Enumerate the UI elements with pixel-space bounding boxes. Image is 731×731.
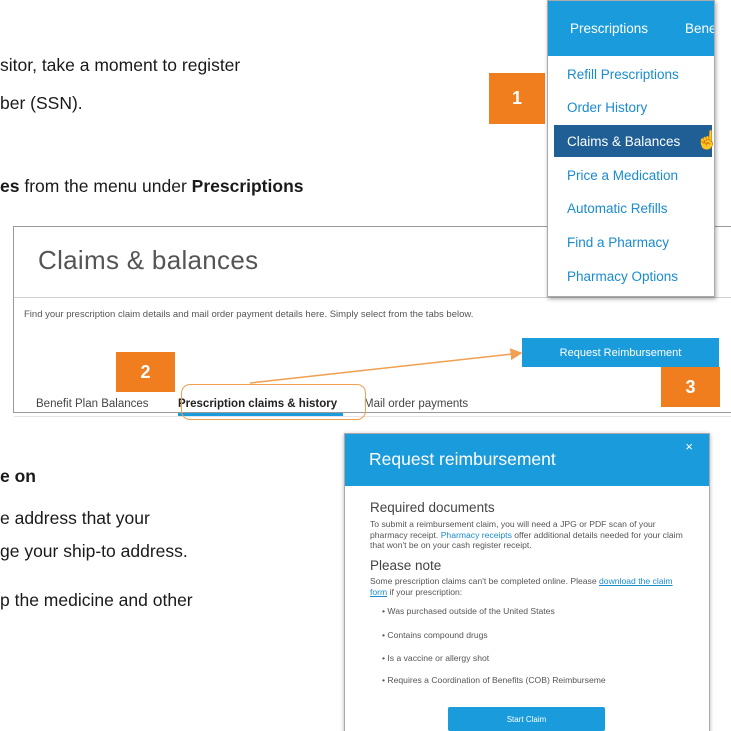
required-documents-text: To submit a reimbursement claim, you wil… bbox=[370, 519, 690, 551]
text-fragment: Some prescription claims can't be comple… bbox=[370, 576, 600, 586]
text-fragment: if your prescription: bbox=[387, 586, 463, 597]
doc-text-bold-prescriptions: Prescriptions bbox=[191, 176, 304, 196]
please-note-text: Some prescription claims can't be comple… bbox=[370, 576, 690, 597]
menu-item-price-medication[interactable]: Price a Medication bbox=[554, 159, 712, 191]
page-title: Claims & balances bbox=[38, 245, 259, 275]
tab-benefit-plan-balances[interactable]: Benefit Plan Balances bbox=[36, 398, 149, 410]
start-claim-button[interactable]: Start Claim bbox=[448, 707, 605, 731]
callout-badge-2: 2 bbox=[116, 352, 175, 392]
menu-item-claims-balances[interactable]: Claims & Balances ☝ bbox=[554, 125, 714, 157]
list-item: • Requires a Coordination of Benefits (C… bbox=[382, 675, 606, 685]
doc-text-bold-start: es bbox=[0, 176, 20, 196]
list-item: • Contains compound drugs bbox=[382, 630, 488, 640]
nav-bar: Prescriptions Bene bbox=[548, 1, 714, 56]
callout-badge-3: 3 bbox=[661, 367, 720, 407]
doc-text-line-5: e address that your bbox=[0, 508, 150, 528]
doc-text-mid: from the menu under bbox=[19, 176, 192, 196]
request-reimbursement-modal: Request reimbursement × Required documen… bbox=[344, 433, 710, 731]
menu-item-find-pharmacy[interactable]: Find a Pharmacy bbox=[554, 226, 712, 258]
doc-text-line-6: ge your ship-to address. bbox=[0, 541, 188, 561]
please-note-heading: Please note bbox=[370, 558, 442, 573]
modal-header: Request reimbursement × bbox=[345, 434, 709, 486]
close-icon[interactable]: × bbox=[685, 439, 693, 454]
doc-text-line-7: p the medicine and other bbox=[0, 590, 193, 610]
tabs-rule bbox=[14, 416, 731, 417]
doc-text-line-1: sitor, take a moment to register bbox=[0, 55, 241, 75]
menu-item-pharmacy-options[interactable]: Pharmacy Options bbox=[554, 260, 712, 292]
page-subtitle: Find your prescription claim details and… bbox=[24, 309, 474, 320]
hand-cursor-icon: ☝ bbox=[696, 131, 714, 149]
divider bbox=[14, 297, 731, 298]
nav-item-prescriptions[interactable]: Prescriptions bbox=[570, 21, 648, 36]
doc-text-line-4: e on bbox=[0, 466, 36, 487]
nav-item-benefits[interactable]: Bene bbox=[685, 21, 714, 36]
tab-highlight-callout bbox=[181, 384, 366, 420]
doc-text-line-2: ber (SSN). bbox=[0, 93, 83, 113]
menu-item-label: Claims & Balances bbox=[567, 133, 681, 149]
doc-text-line-3: es from the menu under Prescriptions bbox=[0, 176, 304, 197]
menu-item-refill-prescriptions[interactable]: Refill Prescriptions bbox=[554, 58, 712, 90]
prescriptions-dropdown-menu: Prescriptions Bene Refill Prescriptions … bbox=[547, 0, 715, 297]
menu-item-order-history[interactable]: Order History bbox=[554, 91, 712, 123]
pharmacy-receipts-link[interactable]: Pharmacy receipts bbox=[441, 530, 512, 540]
callout-badge-1: 1 bbox=[489, 73, 545, 124]
modal-title: Request reimbursement bbox=[369, 449, 556, 469]
list-item: • Was purchased outside of the United St… bbox=[382, 606, 555, 616]
doc-text-bold-on: e on bbox=[0, 466, 36, 486]
request-reimbursement-button[interactable]: Request Reimbursement bbox=[522, 338, 719, 367]
list-item: • Is a vaccine or allergy shot bbox=[382, 653, 490, 663]
menu-item-automatic-refills[interactable]: Automatic Refills bbox=[554, 192, 712, 224]
required-documents-heading: Required documents bbox=[370, 500, 495, 515]
tab-mail-order-payments[interactable]: Mail order payments bbox=[364, 398, 468, 410]
